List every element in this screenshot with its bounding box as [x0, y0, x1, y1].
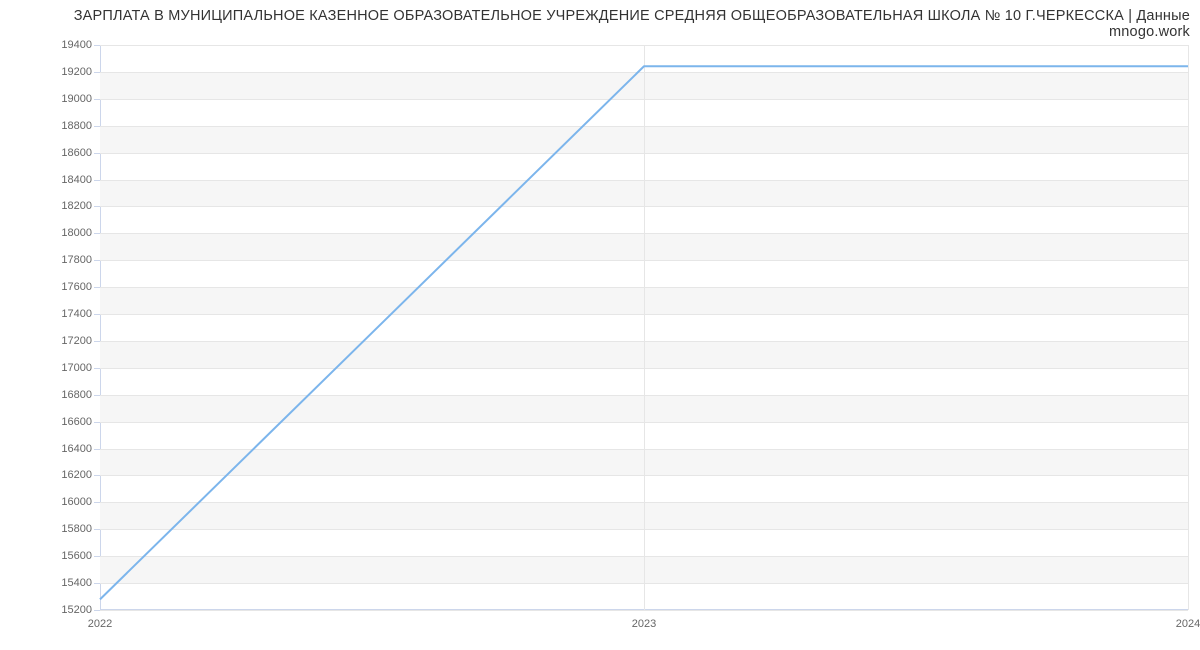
y-tick-label: 18800: [61, 120, 100, 132]
y-tick-label: 16400: [61, 443, 100, 455]
y-tick-label: 18600: [61, 147, 100, 159]
y-tick-label: 17800: [61, 254, 100, 266]
y-tick-label: 19200: [61, 66, 100, 78]
y-tick-label: 18000: [61, 227, 100, 239]
y-tick-label: 18400: [61, 174, 100, 186]
y-tick-label: 15800: [61, 523, 100, 535]
y-tick-label: 17000: [61, 362, 100, 374]
y-tick-label: 16800: [61, 389, 100, 401]
y-tick-label: 19400: [61, 39, 100, 51]
y-tick-label: 16200: [61, 469, 100, 481]
x-gridline: [1188, 45, 1189, 610]
x-tick-label: 2022: [88, 610, 112, 630]
y-tick-label: 16600: [61, 416, 100, 428]
y-tick-label: 17600: [61, 281, 100, 293]
line-series-layer: [100, 45, 1188, 610]
y-tick-label: 16000: [61, 496, 100, 508]
salary-chart: ЗАРПЛАТА В МУНИЦИПАЛЬНОЕ КАЗЕННОЕ ОБРАЗО…: [0, 0, 1200, 650]
y-tick-label: 15600: [61, 550, 100, 562]
x-tick-label: 2023: [632, 610, 656, 630]
y-tick-label: 18200: [61, 200, 100, 212]
y-tick-label: 17400: [61, 308, 100, 320]
x-tick-label: 2024: [1176, 610, 1200, 630]
plot-area: 1520015400156001580016000162001640016600…: [100, 45, 1188, 610]
line-series: [100, 66, 1188, 599]
y-tick-label: 15400: [61, 577, 100, 589]
chart-title: ЗАРПЛАТА В МУНИЦИПАЛЬНОЕ КАЗЕННОЕ ОБРАЗО…: [0, 8, 1190, 40]
y-tick-label: 17200: [61, 335, 100, 347]
y-tick-label: 19000: [61, 93, 100, 105]
